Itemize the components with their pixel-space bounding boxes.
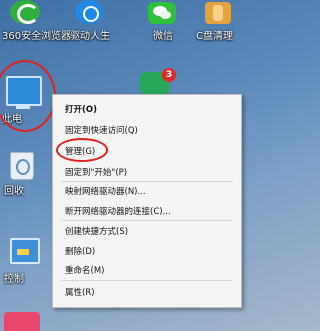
desktop-icon-label: 控制 — [4, 274, 24, 285]
recycle-bin-icon — [10, 152, 34, 180]
menu-separator — [61, 220, 233, 221]
context-menu: 打开(O) 固定到快速访问(Q) 管理(G) 固定到"开始"(P) 映射网络驱动… — [52, 94, 242, 308]
desktop-icon-label: C盘清理 — [196, 31, 233, 42]
c-drive-cleaner-icon — [205, 2, 231, 24]
wechat-icon — [148, 2, 176, 24]
desktop: { "desktop": { "icons": [ {"label": "360… — [0, 0, 250, 331]
menu-item-create-shortcut[interactable]: 创建快捷方式(S) — [65, 227, 128, 238]
menu-item-rename[interactable]: 重命名(M) — [65, 266, 104, 277]
menu-item-disconnect-network-drive[interactable]: 断开网络驱动器的连接(C)... — [65, 207, 171, 218]
notification-badge: 3 — [162, 68, 176, 82]
menu-item-open[interactable]: 打开(O) — [65, 105, 97, 116]
desktop-icon-label: 360安全浏览器 — [2, 31, 72, 42]
control-panel-icon — [10, 238, 40, 264]
menu-item-delete[interactable]: 删除(D) — [65, 247, 95, 258]
menu-separator — [61, 280, 233, 281]
360-browser-icon — [10, 0, 40, 24]
desktop-icon-label: 微信 — [153, 31, 173, 42]
menu-item-properties[interactable]: 属性(R) — [65, 288, 95, 299]
desktop-icon-label: 驱动人生 — [70, 31, 110, 42]
annotation-circle-manage — [56, 138, 108, 162]
menu-item-pin-quick-access[interactable]: 固定到快速访问(Q) — [65, 126, 138, 137]
driver-life-icon — [75, 0, 103, 24]
menu-item-pin-start[interactable]: 固定到"开始"(P) — [65, 168, 127, 179]
annotation-circle-this-pc — [0, 60, 56, 132]
taskbar-app-icon[interactable] — [4, 312, 40, 331]
menu-separator — [61, 181, 233, 182]
menu-item-map-network-drive[interactable]: 映射网络驱动器(N)... — [65, 187, 146, 198]
desktop-icon-label: 回收 — [4, 186, 24, 197]
